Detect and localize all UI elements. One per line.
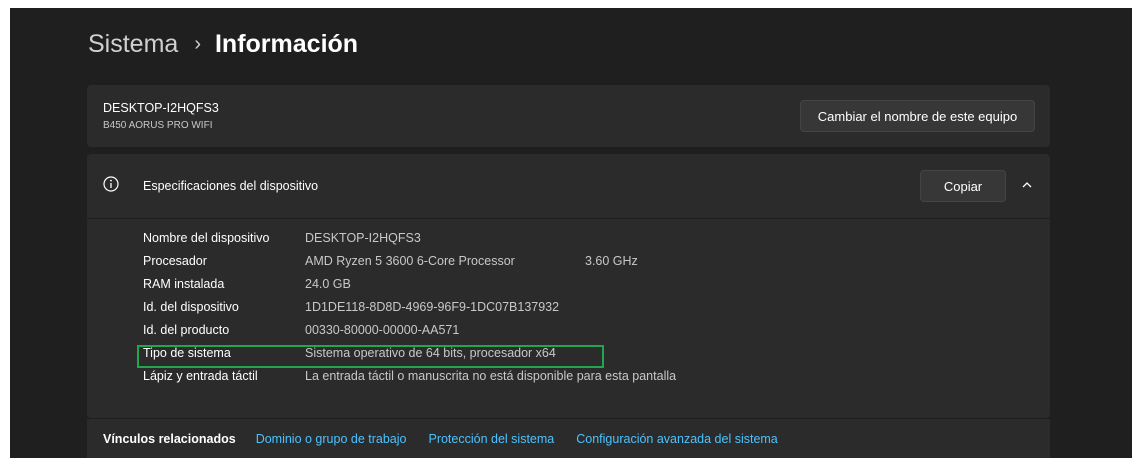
breadcrumb-separator-icon: › — [194, 33, 201, 55]
spec-value: AMD Ryzen 5 3600 6-Core Processor — [305, 254, 515, 268]
breadcrumb: Sistema › Información — [88, 30, 358, 59]
page-title: Información — [214, 30, 359, 58]
related-links-bar: Vínculos relacionados Dominio o grupo de… — [87, 418, 1050, 458]
device-name: DESKTOP-I2HQFS3 — [103, 101, 219, 115]
spec-value: La entrada táctil o manuscrita no está d… — [305, 369, 677, 383]
spec-label: RAM instalada — [143, 277, 225, 291]
copy-button[interactable]: Copiar — [920, 170, 1006, 202]
spec-value: 1D1DE118-8D8D-4969-96F9-1DC07B137932 — [305, 300, 560, 314]
spec-label: Procesador — [143, 254, 207, 268]
breadcrumb-parent[interactable]: Sistema — [88, 30, 178, 59]
settings-window: Sistema › Información DESKTOP-I2HQFS3 B4… — [10, 8, 1132, 458]
device-model: B450 AORUS PRO WIFI — [103, 120, 213, 131]
spec-label: Id. del producto — [143, 323, 230, 337]
spec-label: Lápiz y entrada táctil — [143, 369, 258, 383]
specs-title: Especificaciones del dispositivo — [143, 179, 319, 193]
specs-header[interactable]: Especificaciones del dispositivo Copiar — [87, 154, 1050, 219]
chevron-up-icon[interactable] — [1018, 176, 1036, 194]
related-links-label: Vínculos relacionados — [103, 432, 236, 446]
spec-value: DESKTOP-I2HQFS3 — [305, 231, 421, 245]
spec-processor-speed: 3.60 GHz — [585, 254, 638, 268]
spec-value: 24.0 GB — [305, 277, 351, 291]
spec-label: Id. del dispositivo — [143, 300, 239, 314]
system-type-highlight-box — [137, 345, 604, 368]
spec-value: 00330-80000-00000-AA571 — [305, 323, 460, 337]
link-system-protection[interactable]: Protección del sistema — [428, 432, 554, 446]
device-name-card: DESKTOP-I2HQFS3 B450 AORUS PRO WIFI Camb… — [87, 85, 1050, 147]
spec-label: Nombre del dispositivo — [143, 231, 270, 245]
device-specifications-card: Especificaciones del dispositivo Copiar … — [87, 154, 1050, 418]
link-advanced-system-settings[interactable]: Configuración avanzada del sistema — [576, 432, 778, 446]
rename-pc-button[interactable]: Cambiar el nombre de este equipo — [800, 100, 1035, 132]
link-domain-workgroup[interactable]: Dominio o grupo de trabajo — [256, 432, 407, 446]
info-icon — [103, 176, 119, 192]
